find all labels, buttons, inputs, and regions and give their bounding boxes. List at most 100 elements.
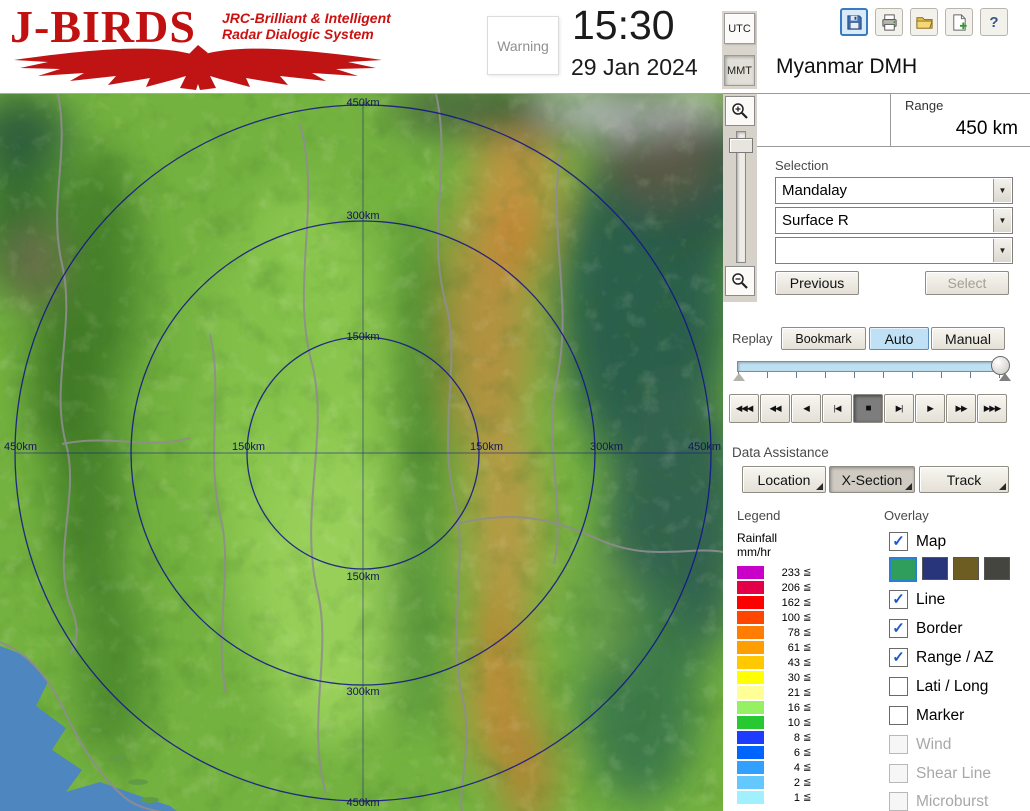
warning-panel[interactable]: Warning xyxy=(487,16,559,75)
location-label: Location xyxy=(758,472,811,488)
overlay-item-range-az[interactable]: ✓ Range / AZ xyxy=(889,648,994,667)
chevron-down-icon[interactable]: ▼ xyxy=(993,239,1011,262)
help-button[interactable]: ? xyxy=(980,8,1008,36)
overlay-item-line[interactable]: ✓ Line xyxy=(889,590,945,609)
legend-color-swatch xyxy=(737,566,764,579)
map-style-swatch[interactable] xyxy=(984,557,1010,580)
map-style-swatch[interactable] xyxy=(953,557,979,580)
product-dropdown[interactable]: Surface R ▼ xyxy=(775,207,1013,234)
station-title: Myanmar DMH xyxy=(776,55,917,79)
auto-button[interactable]: Auto xyxy=(869,327,929,350)
checkbox-line[interactable]: ✓ xyxy=(889,590,908,609)
timeline-track[interactable] xyxy=(737,361,1001,372)
select-button[interactable]: Select xyxy=(925,271,1009,295)
radar-map[interactable]: 450km 300km 150km 150km 300km 450km 450k… xyxy=(0,93,723,811)
range-display: Range 450 km xyxy=(890,94,1030,146)
check-icon: ✓ xyxy=(892,592,905,607)
utc-button[interactable]: UTC xyxy=(724,13,755,44)
jump-start-button[interactable]: ◀◀◀ xyxy=(729,394,759,423)
timeline-handle[interactable] xyxy=(991,356,1010,375)
chevron-down-icon[interactable]: ▼ xyxy=(993,209,1011,232)
check-icon: ✓ xyxy=(892,621,905,636)
checkbox-range-az[interactable]: ✓ xyxy=(889,648,908,667)
overlay-item-border[interactable]: ✓ Border xyxy=(889,619,963,638)
checkbox-map[interactable]: ✓ xyxy=(889,532,908,551)
overlay-item-shear-line: Shear Line xyxy=(889,764,991,783)
legend-row: 30≦ xyxy=(737,670,811,685)
legend-row: 6≦ xyxy=(737,745,811,760)
print-button[interactable] xyxy=(875,8,903,36)
checkbox-border[interactable]: ✓ xyxy=(889,619,908,638)
checkbox-lati-long[interactable] xyxy=(889,677,908,696)
terrain-map[interactable]: 450km 300km 150km 150km 300km 450km 450k… xyxy=(0,94,723,811)
checkbox-marker[interactable] xyxy=(889,706,908,725)
track-button[interactable]: Track xyxy=(919,466,1009,493)
step-forward-button[interactable]: ▶| xyxy=(884,394,914,423)
checkbox-microburst xyxy=(889,792,908,811)
step-back-button[interactable]: |◀ xyxy=(822,394,852,423)
range-value: 450 km xyxy=(956,118,1018,140)
export-button[interactable] xyxy=(945,8,973,36)
bookmark-button[interactable]: Bookmark xyxy=(781,327,866,350)
location-button[interactable]: Location xyxy=(742,466,826,493)
legend-unit-line1: Rainfall xyxy=(737,531,777,545)
timeline-ticks xyxy=(738,372,1000,378)
range-label: 300km xyxy=(346,210,379,222)
manual-button[interactable]: Manual xyxy=(931,327,1005,350)
legend-color-swatch xyxy=(737,626,764,639)
legend-row: 21≦ xyxy=(737,685,811,700)
legend-color-swatch xyxy=(737,686,764,699)
eagle-icon xyxy=(8,44,388,90)
legend-row: 16≦ xyxy=(737,700,811,715)
range-label: 300km xyxy=(590,441,623,453)
warning-label: Warning xyxy=(497,38,549,54)
legend-row: 78≦ xyxy=(737,625,811,640)
zoom-slider-handle[interactable] xyxy=(729,138,753,153)
stop-button[interactable]: ■ xyxy=(853,394,883,423)
replay-label: Replay xyxy=(732,331,772,346)
play-button[interactable]: ▶ xyxy=(915,394,945,423)
x-section-button[interactable]: X-Section xyxy=(829,466,915,493)
chevron-down-icon[interactable]: ▼ xyxy=(993,179,1011,202)
range-label: 450km xyxy=(346,97,379,109)
jump-end-button[interactable]: ▶▶▶ xyxy=(977,394,1007,423)
open-button[interactable] xyxy=(910,8,938,36)
clock-time: 15:30 xyxy=(572,2,675,49)
checkbox-wind xyxy=(889,735,908,754)
open-folder-icon xyxy=(915,13,934,32)
divider xyxy=(757,146,1030,147)
legend-color-swatch xyxy=(737,731,764,744)
legend-row: 233≦ xyxy=(737,565,811,580)
legend-row: 61≦ xyxy=(737,640,811,655)
timeline-start-marker[interactable] xyxy=(733,373,745,381)
zoom-in-button[interactable] xyxy=(725,96,755,126)
map-style-swatch[interactable] xyxy=(889,557,917,582)
legend-color-swatch xyxy=(737,671,764,684)
legend-row: 4≦ xyxy=(737,760,811,775)
product-dropdown-value: Surface R xyxy=(782,212,849,229)
overlay-item-marker[interactable]: Marker xyxy=(889,706,964,725)
overlay-item-microburst: Microburst xyxy=(889,792,988,811)
track-label: Track xyxy=(947,472,981,488)
save-button[interactable] xyxy=(840,8,868,36)
floppy-icon xyxy=(845,13,864,32)
zoom-out-button[interactable] xyxy=(725,266,755,296)
control-panel: Range 450 km Selection Mandalay ▼ Surfac… xyxy=(723,93,1030,811)
legend-row: 43≦ xyxy=(737,655,811,670)
legend-color-swatch xyxy=(737,776,764,789)
range-label: 450km xyxy=(688,441,721,453)
check-icon: ✓ xyxy=(892,650,905,665)
play-back-button[interactable]: ◀ xyxy=(791,394,821,423)
rainfall-legend: 233≦ 206≦ 162≦ 100≦ 78≦ 61≦ 43≦ 30≦ 21≦ … xyxy=(737,565,811,805)
option-dropdown[interactable]: ▼ xyxy=(775,237,1013,264)
overlay-item-map[interactable]: ✓ Map xyxy=(889,532,946,551)
map-style-swatch[interactable] xyxy=(922,557,948,580)
fast-forward-button[interactable]: ▶▶ xyxy=(946,394,976,423)
legend-color-swatch xyxy=(737,761,764,774)
overlay-item-lati-long[interactable]: Lati / Long xyxy=(889,677,988,696)
mmt-button[interactable]: MMT xyxy=(724,55,755,86)
legend-row: 206≦ xyxy=(737,580,811,595)
previous-button[interactable]: Previous xyxy=(775,271,859,295)
fast-rewind-button[interactable]: ◀◀ xyxy=(760,394,790,423)
site-dropdown[interactable]: Mandalay ▼ xyxy=(775,177,1013,204)
